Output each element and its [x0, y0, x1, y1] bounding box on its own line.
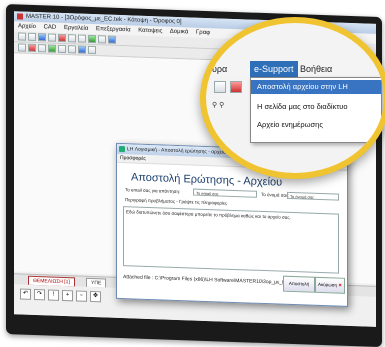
zoomed-toolbar: [214, 81, 242, 93]
dialog-menu-offers[interactable]: Προσφορές: [120, 155, 146, 162]
undo-icon[interactable]: [88, 34, 96, 44]
beam-icon[interactable]: [68, 45, 76, 54]
open-icon[interactable]: [28, 32, 36, 42]
column-icon[interactable]: [58, 44, 66, 54]
paste-icon[interactable]: [78, 34, 86, 43]
name-label: Το όνομά σας:: [261, 191, 290, 198]
esupport-dropdown: Αποστολή αρχείου στην LH Η σελίδα μας στ…: [250, 77, 382, 143]
menu-plans[interactable]: Κατοψεις: [138, 28, 162, 35]
redo-icon[interactable]: [98, 35, 106, 44]
zoomed-menubar: ύρα e-Support Βοήθεια: [206, 61, 384, 77]
email-label: Το email σας για απάντηση:: [125, 187, 181, 195]
new-icon[interactable]: [18, 32, 26, 41]
layer-icon[interactable]: [230, 81, 242, 93]
draw-icon[interactable]: [28, 43, 36, 53]
attached-file: Attached file : C:\Program Files (x86)\L…: [123, 274, 298, 287]
menu-edit[interactable]: Επεξεργασία: [96, 26, 131, 33]
zoomed-side-icons: ⚲ ⚲: [212, 102, 225, 109]
menu-tools[interactable]: Εργαλεία: [64, 25, 88, 32]
snap-icon[interactable]: [48, 44, 56, 53]
redo-icon[interactable]: ↷: [34, 288, 45, 301]
send-label: Αποστολή: [288, 280, 310, 287]
cut-icon[interactable]: [58, 33, 66, 43]
zoom-icon[interactable]: [108, 35, 116, 44]
print-icon[interactable]: [48, 33, 56, 42]
menu-item-send-file[interactable]: Αποστολή αρχείου στην LH: [251, 80, 381, 94]
cancel-label: Ακύρωση: [317, 281, 338, 288]
menu-graph[interactable]: Γραφ: [196, 30, 210, 36]
copy-icon[interactable]: [68, 34, 76, 43]
slab-icon[interactable]: [78, 45, 86, 54]
pan-icon[interactable]: ✥: [90, 290, 101, 303]
name-field[interactable]: Το όνομά σας: [287, 191, 339, 201]
description-textarea[interactable]: Εδώ διατυπώνετε όσο σαφέστερα μπορείτε τ…: [123, 206, 339, 274]
zoom-window-icon[interactable]: ▫: [76, 290, 87, 302]
undo-icon[interactable]: ↶: [20, 288, 31, 300]
dialog-app-icon: [119, 145, 125, 153]
menu-item-website[interactable]: Η σελίδα μας στο διαδίκτυο: [257, 102, 348, 111]
grid-icon[interactable]: [214, 81, 226, 93]
menu-file[interactable]: Αρχείο: [18, 23, 36, 30]
measure-icon[interactable]: [88, 45, 96, 55]
send-button[interactable]: Αποστολή: [283, 275, 315, 293]
dialog-title: LH Λογισμική - Αποστολή ερώτησης - αρχεί…: [127, 146, 229, 156]
grid-icon[interactable]: [38, 44, 46, 53]
menu-item-update-file[interactable]: Αρχείο ενημέρωσης: [257, 120, 323, 129]
menu-cad[interactable]: CAD: [44, 24, 57, 30]
magnifier-callout: ύρα e-Support Βοήθεια ⚲ ⚲ Αποστολή αρχεί…: [200, 17, 385, 179]
zoom-in-icon[interactable]: +: [62, 289, 73, 302]
close-icon: ✕: [338, 282, 343, 288]
menu-help[interactable]: Βοήθεια: [300, 61, 332, 77]
cancel-button[interactable]: Ακύρωση ✕: [315, 276, 345, 294]
email-field[interactable]: Το email σας: [193, 188, 257, 198]
layer-icon[interactable]: [18, 43, 26, 52]
info-icon[interactable]: !: [48, 289, 59, 301]
menu-esupport[interactable]: e-Support: [250, 61, 298, 77]
app-icon: [17, 13, 23, 20]
menu-partial[interactable]: ύρα: [212, 61, 227, 77]
save-icon[interactable]: [38, 33, 46, 42]
menu-structural[interactable]: Δομικά: [170, 29, 189, 36]
